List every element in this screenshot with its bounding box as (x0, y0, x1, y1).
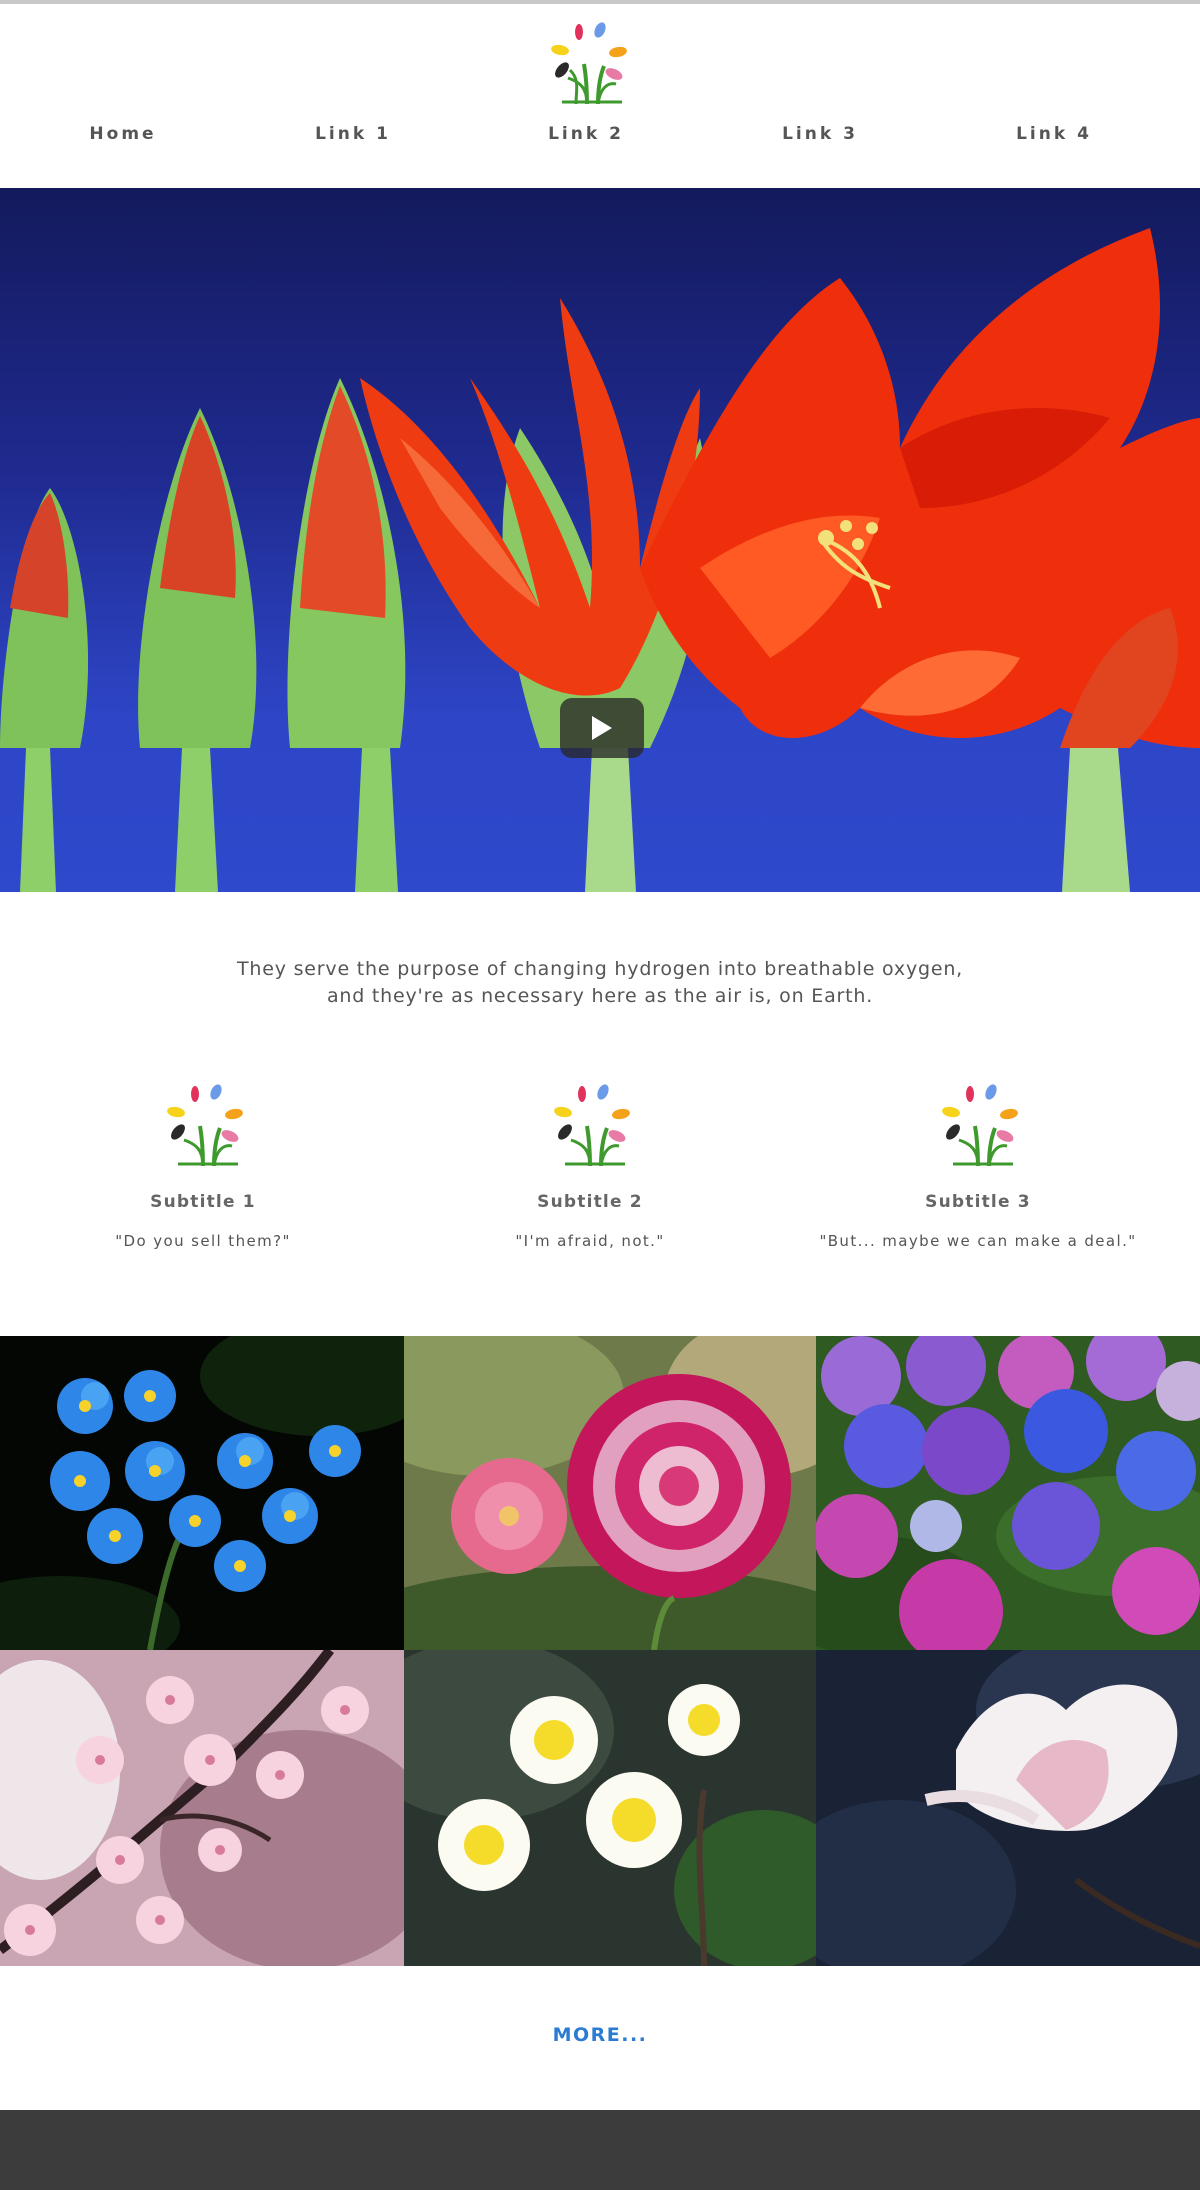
intro-text: They serve the purpose of changing hydro… (0, 956, 1200, 1010)
feature-quote: "I'm afraid, not." (515, 1232, 665, 1250)
flower-logo-icon[interactable] (540, 18, 634, 104)
feature-3: Subtitle 3 "But... maybe we can make a d… (813, 1080, 1143, 1250)
site-header: Home Link 1 Link 2 Link 3 Link 4 (0, 4, 1200, 188)
gallery-image-hydrangea[interactable] (816, 1336, 1200, 1650)
nav-link-1[interactable]: Link 1 (253, 124, 453, 144)
flower-logo-icon (167, 1084, 243, 1166)
feature-1: Subtitle 1 "Do you sell them?" (38, 1080, 368, 1250)
feature-subtitle: Subtitle 2 (537, 1192, 643, 1212)
play-icon (592, 716, 612, 740)
more-link[interactable]: MORE... (500, 2024, 700, 2046)
nav-link-4[interactable]: Link 4 (954, 124, 1154, 144)
nav-link-3[interactable]: Link 3 (720, 124, 920, 144)
feature-quote: "Do you sell them?" (115, 1232, 291, 1250)
photo-gallery (0, 1336, 1200, 1966)
hero-amaryllis-image (0, 228, 1200, 892)
intro-line-1: They serve the purpose of changing hydro… (236, 958, 964, 980)
play-button[interactable] (560, 698, 644, 758)
site-footer (0, 2110, 1200, 2190)
gallery-image-dahlia[interactable] (404, 1336, 816, 1650)
gallery-image-magnolia[interactable] (816, 1650, 1200, 1966)
gallery-image-cherry-blossom[interactable] (0, 1650, 404, 1966)
gallery-image-forget-me-not[interactable] (0, 1336, 404, 1650)
gallery-image-plumeria[interactable] (404, 1650, 816, 1966)
intro-line-2: and they're as necessary here as the air… (326, 985, 874, 1007)
nav-link-home[interactable]: Home (23, 124, 223, 144)
hero-video[interactable] (0, 188, 1200, 892)
feature-2: Subtitle 2 "I'm afraid, not." (425, 1080, 755, 1250)
main-nav: Home Link 1 Link 2 Link 3 Link 4 (0, 124, 1200, 156)
feature-quote: "But... maybe we can make a deal." (819, 1232, 1137, 1250)
flower-logo-icon (942, 1084, 1018, 1166)
flower-logo-icon (554, 1084, 630, 1166)
feature-subtitle: Subtitle 1 (150, 1192, 256, 1212)
nav-link-2[interactable]: Link 2 (486, 124, 686, 144)
feature-subtitle: Subtitle 3 (925, 1192, 1031, 1212)
